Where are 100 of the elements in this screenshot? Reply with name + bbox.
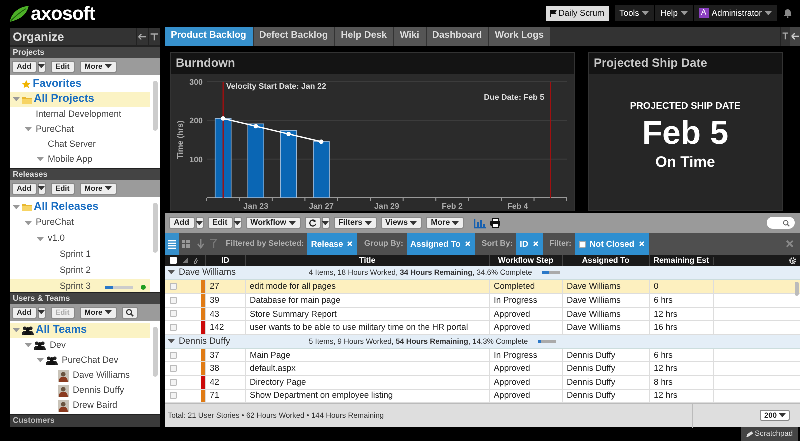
filter-chip[interactable]: Not Closed [574,233,649,256]
table-row[interactable]: 43 Store Summary Report Approved Dave Williams 12 hrs [165,308,800,322]
search-icon [126,308,134,316]
tree-item[interactable]: Dennis Duffy [10,383,150,398]
tree-item[interactable]: Sprint 3 [10,279,150,292]
tab[interactable]: Wiki [394,26,426,46]
views-button[interactable]: Views [380,217,422,230]
tick-label: 100 [190,155,203,164]
checkbox[interactable] [578,240,586,248]
table-cell: Approved [494,321,530,334]
tree-item[interactable]: PureChat [10,215,150,231]
filters-button[interactable]: Filters [334,217,377,230]
tree-item[interactable]: All Teams [10,323,150,338]
table-row[interactable]: 142 user wants to be able to use military time on the HR portal Approved Dave Williams 16 hrs [165,321,800,335]
tab[interactable]: Defect Backlog [254,26,334,46]
paperclip-icon [193,257,198,264]
table-cell: Dave Williams [567,280,621,293]
filter-chip[interactable]: Release [307,233,358,256]
table-row[interactable]: 71 Show Department on employee listing Approved Dennis Duffy 12 hrs [165,390,800,403]
tree-item[interactable]: Internal Development [10,107,150,122]
tree-item[interactable]: Dave Williams [10,368,150,383]
menu-button[interactable]: Tools [614,5,656,22]
checkbox[interactable] [170,352,176,359]
tree-item[interactable]: Dev [10,338,150,353]
tab[interactable]: Work Logs [489,26,550,46]
table-cell: 0 [654,280,659,293]
tree-item[interactable]: Sprint 1 [10,247,150,263]
tree-item[interactable]: Favorites [10,77,150,92]
caret-icon [452,220,460,227]
add-button[interactable]: Add [169,217,195,230]
table-row[interactable]: 37 Main Page In Progress Dennis Duffy 6 hrs [165,348,800,362]
avatar-icon [58,400,69,412]
filter-chip[interactable]: Assigned To [406,233,475,256]
checkbox[interactable] [170,378,176,386]
settings-icon[interactable] [789,256,797,265]
table-cell: 142 [210,321,224,334]
table-row[interactable]: 38 default.aspx Approved Dennis Duffy 12 hrs [165,362,800,376]
scrollbar[interactable] [153,327,158,377]
bell-icon[interactable] [784,8,792,18]
table-cell: Main Page [250,348,291,362]
more-button[interactable]: More [426,217,464,230]
dropdown-button[interactable] [322,217,330,230]
scrollbar[interactable] [153,81,158,131]
flag-icon [550,10,557,17]
ship-date: Feb 5 [642,114,729,152]
close-icon[interactable] [786,240,794,248]
edit-button[interactable]: Edit [208,217,233,230]
tick-label: 200 [190,116,203,126]
refresh-button[interactable] [304,217,321,230]
menu-button[interactable]: Help [655,5,694,22]
daily-scrum-button[interactable]: Daily Scrum [546,6,609,21]
tree-item[interactable]: Sprint 2 [10,263,150,279]
scrollbar[interactable] [153,203,158,253]
filter-label: Group By: [364,238,404,250]
data-point [286,132,292,136]
scrollbar[interactable] [795,282,799,296]
tree-item[interactable]: All Projects [10,92,150,107]
tree-item[interactable]: Drew Baird [10,398,150,413]
tree-item[interactable]: Mobile App [10,152,150,167]
caret-icon [38,63,46,70]
checkbox[interactable] [170,296,176,304]
dropdown-button[interactable] [38,60,46,72]
table-row[interactable]: 42 Directory Page Approved Dennis Duffy 8 hrs [165,376,800,390]
search-button[interactable] [122,306,138,318]
print-icon[interactable] [490,218,502,228]
tree-item[interactable]: All Releases [10,199,150,215]
checkbox[interactable] [170,283,176,290]
table-cell: 16 hrs [654,321,678,334]
tree-item[interactable]: PureChat [10,122,150,137]
search-field[interactable] [767,217,795,230]
down-arrow-icon[interactable] [197,239,205,250]
table-row[interactable]: 27 edit mode for all pages Completed Dave Williams 0 [165,280,800,294]
dropdown-button[interactable] [38,306,46,318]
axis-title: Time (hrs) [176,120,185,160]
table-cell: Dave Williams [567,308,621,320]
table-cell: Show Department on employee listing [250,390,394,402]
checkbox[interactable] [170,310,176,318]
checkbox[interactable] [170,257,176,264]
annotation-label: Due Date: Feb 5 [484,92,545,102]
checkbox[interactable] [170,392,176,400]
list-view-button[interactable] [165,233,179,256]
checkbox[interactable] [170,324,176,331]
progress-bar [105,286,133,288]
collapse-left-icon[interactable] [790,26,800,46]
tree-item[interactable]: v1.0 [10,231,150,247]
dropdown-button[interactable] [234,217,242,230]
tick-label: 300 [190,78,203,87]
checkbox[interactable] [170,365,176,372]
caret-icon [779,412,786,419]
tree-item[interactable]: Chat Server [10,137,150,152]
panel-title: Burndown [171,52,574,74]
dropdown-button[interactable] [38,182,46,194]
dropdown-button[interactable] [196,217,204,230]
tree-item[interactable]: PureChat Dev [10,353,150,368]
table-row[interactable]: 39 Database for main page In Progress Dave Williams 6 hrs [165,294,800,308]
filter-chip[interactable]: ID [516,233,542,256]
tab[interactable]: Help Desk [335,26,394,46]
workflow-button[interactable]: Workflow [246,217,301,230]
menu-button[interactable]: A Administrator [694,5,778,22]
tab[interactable]: Dashboard [426,26,488,46]
